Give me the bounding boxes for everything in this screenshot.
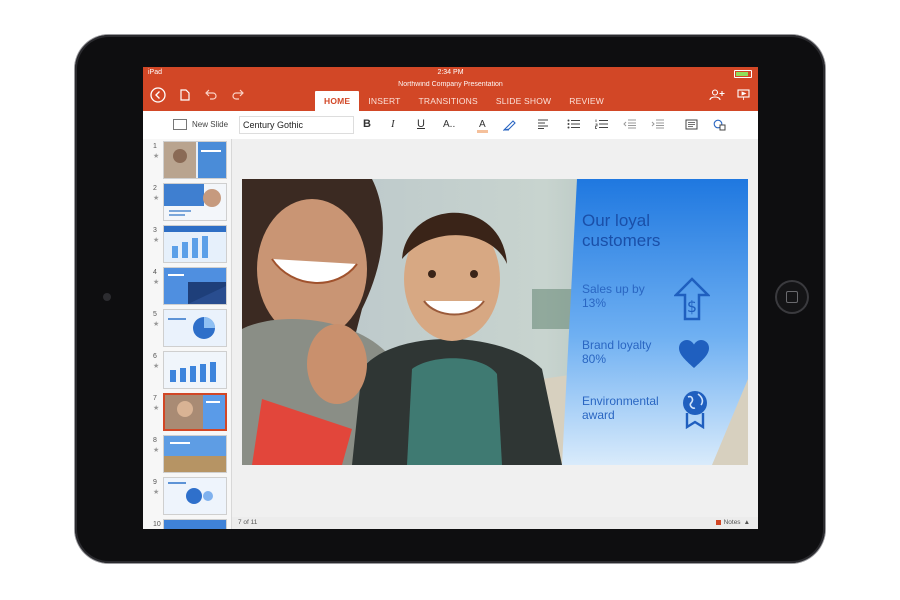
new-slide-label: New Slide bbox=[192, 120, 229, 129]
slide-counter: 7 of 11 bbox=[238, 519, 258, 526]
thumbnail-star: ★ bbox=[153, 195, 160, 202]
slide-thumbnail[interactable] bbox=[163, 183, 227, 221]
camera-dot bbox=[103, 293, 111, 301]
underline-button[interactable]: U bbox=[417, 119, 425, 130]
undo-icon[interactable] bbox=[205, 89, 217, 102]
tab-slide-show[interactable]: SLIDE SHOW bbox=[487, 91, 560, 111]
thumbnail-row[interactable]: 9 ★ bbox=[143, 477, 231, 517]
slide-thumbnail[interactable] bbox=[163, 141, 227, 179]
thumbnail-star: ★ bbox=[153, 279, 160, 286]
slide-thumbnail[interactable] bbox=[163, 519, 227, 529]
thumbnail-number: 6 bbox=[153, 353, 157, 360]
thumbnail-star: ★ bbox=[153, 153, 160, 160]
heart-icon bbox=[679, 340, 709, 368]
stat-environmental-award: Environmental award bbox=[582, 394, 692, 422]
slide-thumbnail[interactable] bbox=[163, 225, 227, 263]
new-slide-icon bbox=[173, 119, 187, 130]
back-icon[interactable] bbox=[150, 87, 166, 105]
text-effects-button[interactable]: A.. bbox=[443, 119, 455, 130]
thumbnail-row[interactable]: 5 ★ bbox=[143, 309, 231, 349]
thumbnail-star: ★ bbox=[153, 321, 160, 328]
thumbnail-number: 2 bbox=[153, 185, 157, 192]
slide-title-line2: customers bbox=[582, 231, 661, 250]
slide-title: Our loyal customers bbox=[582, 211, 742, 251]
stat-brand-line1: Brand loyalty bbox=[582, 338, 652, 352]
slide-thumbnail[interactable] bbox=[163, 351, 227, 389]
notes-icon bbox=[715, 520, 721, 525]
thumbnail-star: ★ bbox=[153, 363, 160, 370]
thumbnail-row[interactable]: 7 ★ bbox=[143, 393, 231, 433]
present-icon[interactable] bbox=[737, 89, 750, 103]
stat-brand-loyalty: Brand loyalty 80% bbox=[582, 338, 692, 366]
current-slide[interactable]: Our loyal customers Sales up by 13% $ Br… bbox=[242, 179, 748, 465]
thumbnail-star: ★ bbox=[153, 489, 160, 496]
bold-button[interactable]: B bbox=[363, 119, 371, 130]
thumbnail-number: 5 bbox=[153, 311, 157, 318]
thumbnail-star: ★ bbox=[153, 237, 160, 244]
thumbnail-number: 4 bbox=[153, 269, 157, 276]
slide-thumbnail-selected[interactable] bbox=[163, 393, 227, 431]
tab-insert[interactable]: INSERT bbox=[359, 91, 409, 111]
status-time: 2:34 PM bbox=[437, 69, 464, 76]
thumbnail-number: 9 bbox=[153, 479, 157, 486]
tab-transitions[interactable]: TRANSITIONS bbox=[410, 91, 487, 111]
slide-thumbnail[interactable] bbox=[163, 309, 227, 347]
caret-up-icon: ▲ bbox=[743, 519, 750, 526]
thumbnail-row[interactable]: 10 bbox=[143, 519, 231, 529]
slide-thumbnail[interactable] bbox=[163, 267, 227, 305]
tab-home[interactable]: HOME bbox=[315, 91, 360, 111]
font-color-button[interactable]: A bbox=[477, 119, 488, 133]
thumbnail-number: 1 bbox=[153, 143, 157, 150]
ribbon-tabs: HOME INSERT TRANSITIONS SLIDE SHOW REVIE… bbox=[315, 91, 613, 111]
new-slide-button[interactable]: New Slide bbox=[173, 119, 228, 130]
thumbnail-row[interactable]: 2 ★ bbox=[143, 183, 231, 223]
slide-thumbnails-pane: 1 ★ 2 ★ 3 ★ 4 ★ 5 ★ 6 ★ 7 ★ 8 ★ 9 ★ 10 bbox=[143, 139, 232, 529]
slide-title-line1: Our loyal bbox=[582, 211, 651, 230]
home-button[interactable] bbox=[775, 280, 809, 314]
thumbnail-row[interactable]: 8 ★ bbox=[143, 435, 231, 475]
slide-thumbnail[interactable] bbox=[163, 435, 227, 473]
stat-env-line1: Environmental bbox=[582, 394, 659, 408]
thumbnail-number: 8 bbox=[153, 437, 157, 444]
text-box-icon[interactable] bbox=[685, 119, 698, 133]
bullets-icon[interactable] bbox=[567, 119, 581, 132]
shapes-icon[interactable] bbox=[713, 119, 727, 134]
ipad-frame: iPad 2:34 PM Northwind Company Presentat… bbox=[75, 35, 825, 563]
thumbnail-row[interactable]: 6 ★ bbox=[143, 351, 231, 391]
stat-brand-line2: 80% bbox=[582, 352, 607, 366]
decrease-indent-icon[interactable] bbox=[623, 119, 637, 132]
document-title: Northwind Company Presentation bbox=[398, 81, 503, 88]
increase-indent-icon[interactable] bbox=[651, 119, 665, 132]
share-person-icon[interactable] bbox=[709, 89, 725, 103]
numbering-icon[interactable] bbox=[595, 119, 609, 132]
thumbnail-number: 10 bbox=[153, 521, 161, 528]
thumbnail-row[interactable]: 3 ★ bbox=[143, 225, 231, 265]
highlight-pen-icon[interactable] bbox=[502, 119, 517, 134]
thumbnail-number: 3 bbox=[153, 227, 157, 234]
thumbnail-row[interactable]: 4 ★ bbox=[143, 267, 231, 307]
slide-canvas: Our loyal customers Sales up by 13% $ Br… bbox=[232, 139, 758, 517]
status-footer: 7 of 11 Notes ▲ bbox=[232, 517, 758, 529]
home-ribbon: New Slide Century Gothic B I U A.. A bbox=[143, 111, 758, 140]
thumbnail-row[interactable]: 1 ★ bbox=[143, 141, 231, 181]
file-icon[interactable] bbox=[180, 89, 190, 103]
italic-button[interactable]: I bbox=[391, 119, 395, 130]
powerpoint-screen: iPad 2:34 PM Northwind Company Presentat… bbox=[143, 67, 758, 529]
slide-thumbnail[interactable] bbox=[163, 477, 227, 515]
globe-award-icon bbox=[683, 391, 707, 429]
battery-icon bbox=[734, 70, 752, 78]
notes-label: Notes bbox=[723, 519, 741, 526]
svg-text:$: $ bbox=[687, 297, 697, 316]
font-name-field[interactable]: Century Gothic bbox=[239, 116, 354, 134]
dollar-arrow-icon: $ bbox=[674, 277, 710, 321]
tab-review[interactable]: REVIEW bbox=[560, 91, 613, 111]
thumbnail-star: ★ bbox=[153, 405, 160, 412]
stat-env-line2: award bbox=[582, 408, 615, 422]
redo-icon[interactable] bbox=[232, 89, 244, 102]
notes-button[interactable]: Notes ▲ bbox=[715, 519, 750, 526]
thumbnail-star: ★ bbox=[153, 447, 160, 454]
thumbnail-number: 7 bbox=[153, 395, 157, 402]
align-left-icon[interactable] bbox=[537, 119, 549, 132]
